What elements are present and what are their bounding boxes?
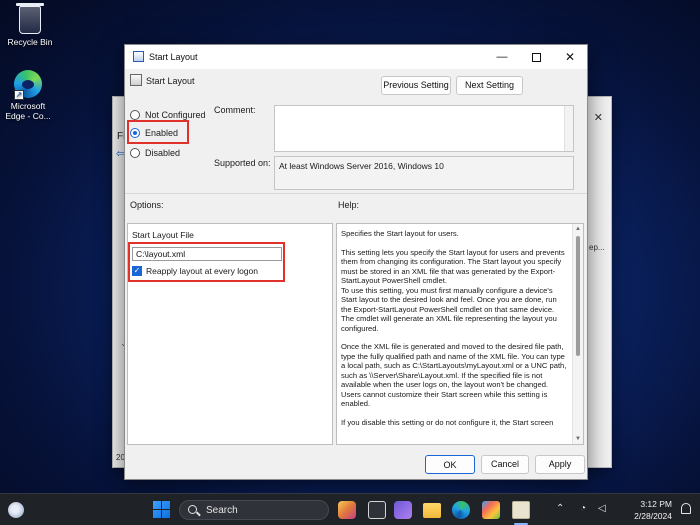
policy-editor-taskbar-icon[interactable] xyxy=(512,501,530,519)
weather-icon[interactable] xyxy=(8,502,24,518)
help-scrollbar[interactable]: ▲ ▼ xyxy=(572,224,583,444)
recycle-bin-icon xyxy=(16,3,44,34)
side-text: ep... xyxy=(589,243,605,252)
comment-scrollbar[interactable] xyxy=(564,106,573,151)
edge-shortcut[interactable]: ↗ Microsoft Edge - Co... xyxy=(0,70,56,121)
help-paragraph: Once the XML file is generated and moved… xyxy=(341,342,567,408)
recycle-bin-shortcut[interactable]: Recycle Bin xyxy=(0,3,60,47)
notification-bell-icon[interactable] xyxy=(681,503,691,514)
previous-setting-button[interactable]: Previous Setting xyxy=(381,76,451,95)
edge-taskbar-icon[interactable] xyxy=(452,501,470,519)
chevron-up-icon[interactable]: ⌃ xyxy=(556,503,564,514)
chat-icon[interactable] xyxy=(394,501,412,519)
radio-label: Not Configured xyxy=(145,109,206,120)
task-view-icon[interactable] xyxy=(368,501,386,519)
scrollbar-thumb[interactable] xyxy=(576,236,580,356)
clock-date: 2/28/2024 xyxy=(634,511,672,521)
clock-time: 3:12 PM xyxy=(640,499,672,509)
close-icon[interactable]: ✕ xyxy=(594,111,603,124)
radio-button[interactable] xyxy=(130,147,140,158)
supported-on-label: Supported on: xyxy=(214,158,271,168)
file-explorer-icon[interactable] xyxy=(423,503,441,518)
clock[interactable]: 3:12 PM 2/28/2024 xyxy=(634,498,672,522)
radio-button[interactable] xyxy=(130,109,140,120)
maximize-icon xyxy=(531,52,541,62)
help-paragraph: To use this setting, you must first manu… xyxy=(341,285,557,333)
minimize-button[interactable]: — xyxy=(485,45,519,69)
volume-icon[interactable]: ◁ xyxy=(598,503,606,514)
network-icon[interactable]: ◔ xyxy=(580,503,586,514)
start-layout-dialog: Start Layout — ✕ Start Layout Previous S… xyxy=(124,44,588,480)
window-title: Start Layout xyxy=(149,52,198,62)
scroll-up-icon[interactable]: ▲ xyxy=(575,226,581,232)
policy-window-icon xyxy=(133,51,144,62)
enabled-highlight-box xyxy=(127,120,189,144)
radio-label: Disabled xyxy=(145,147,181,158)
help-text: Specifies the Start layout for users. Th… xyxy=(341,229,569,436)
taskbar-search-box[interactable]: Search xyxy=(179,500,329,520)
maximize-button[interactable] xyxy=(519,45,553,69)
close-button[interactable]: ✕ xyxy=(553,45,587,69)
comment-label: Comment: xyxy=(214,105,256,115)
edge-shortcut-label: Microsoft Edge - Co... xyxy=(5,101,51,121)
help-paragraph: If you disable this setting or do not co… xyxy=(341,417,554,427)
options-label: Options: xyxy=(130,200,164,210)
recycle-bin-label: Recycle Bin xyxy=(7,37,53,47)
help-paragraph: This setting lets you specify the Start … xyxy=(341,247,565,286)
options-highlight-box xyxy=(128,242,285,282)
divider xyxy=(125,193,587,194)
start-button-icon[interactable] xyxy=(153,501,170,518)
scroll-down-icon[interactable]: ▼ xyxy=(575,436,581,442)
policy-icon xyxy=(130,74,142,86)
shortcut-arrow-icon: ↗ xyxy=(14,90,24,100)
title-bar[interactable]: Start Layout — ✕ xyxy=(125,45,587,69)
supported-on-value: At least Windows Server 2016, Windows 10 xyxy=(274,156,574,190)
policy-title: Start Layout xyxy=(146,76,195,86)
store-icon[interactable] xyxy=(482,501,500,519)
comment-textarea[interactable] xyxy=(274,105,574,152)
help-label: Help: xyxy=(338,200,360,210)
apply-button[interactable]: Apply xyxy=(535,455,585,474)
help-paragraph: Specifies the Start layout for users. xyxy=(341,229,459,238)
next-setting-button[interactable]: Next Setting xyxy=(456,76,523,95)
radio-disabled[interactable]: Disabled xyxy=(130,146,180,159)
cancel-button[interactable]: Cancel xyxy=(481,455,529,474)
ok-button[interactable]: OK xyxy=(425,455,475,474)
search-placeholder: Search xyxy=(206,505,238,516)
start-layout-file-label: Start Layout File xyxy=(132,230,194,240)
widgets-icon[interactable] xyxy=(338,501,356,519)
help-pane[interactable]: Specifies the Start layout for users. Th… xyxy=(336,223,584,445)
taskbar: Search ⌃ ◔ ◁ 3:12 PM 2/28/2024 xyxy=(0,493,700,525)
search-icon xyxy=(188,505,197,514)
